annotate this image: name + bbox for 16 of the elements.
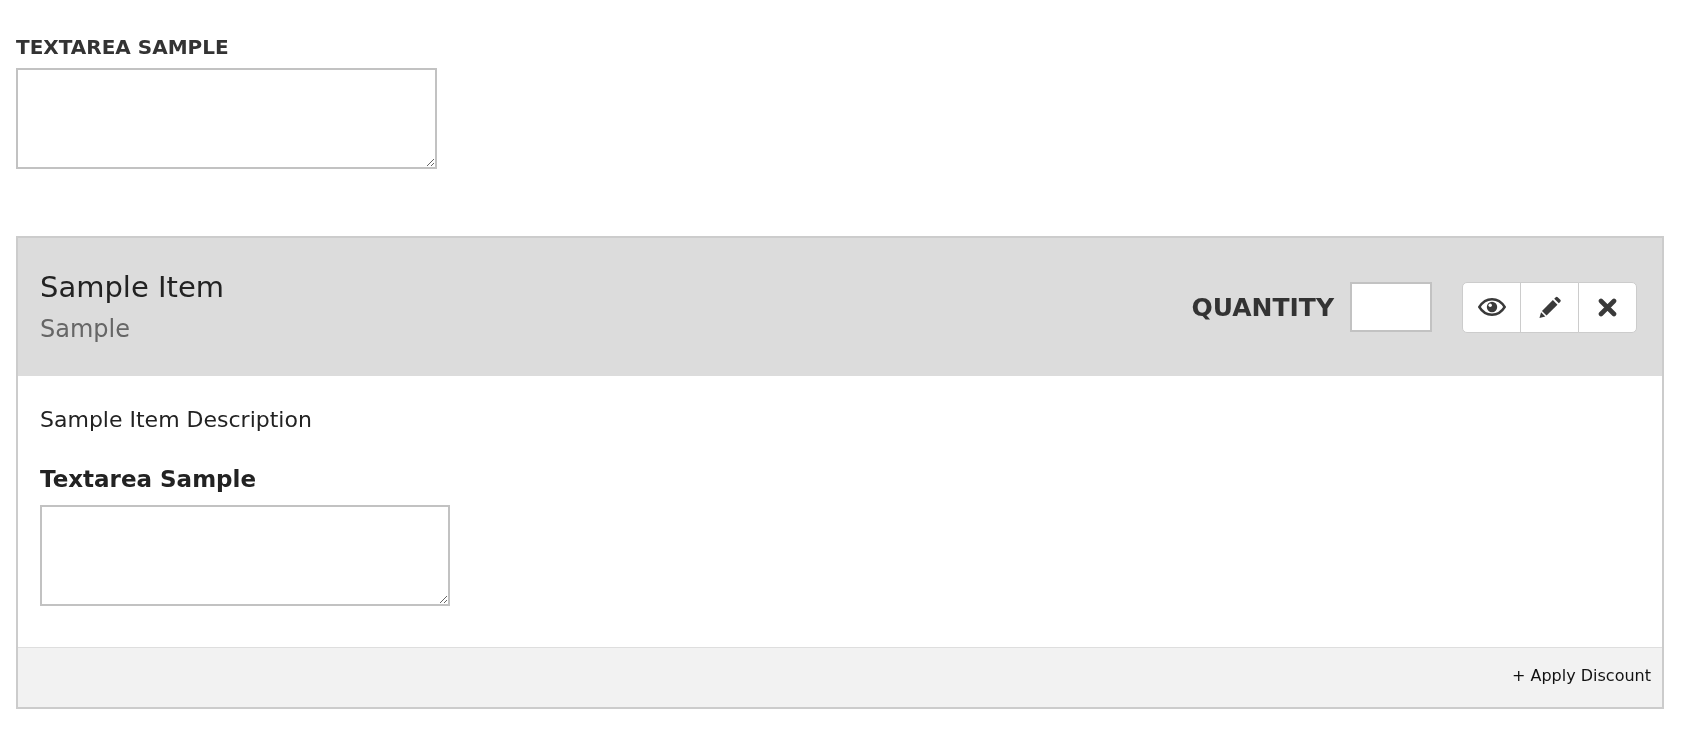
textarea-field[interactable] [16, 68, 437, 169]
close-icon [1598, 298, 1617, 317]
apply-discount-link[interactable]: + Apply Discount [1512, 666, 1651, 688]
quantity-field[interactable] [1350, 282, 1432, 333]
view-button[interactable] [1462, 282, 1521, 333]
field-label: TEXTAREA SAMPLE [16, 34, 229, 60]
field-label: Textarea Sample [40, 464, 257, 494]
edit-button[interactable] [1520, 282, 1579, 333]
item-description: Sample Item Description [40, 406, 312, 434]
textarea-field[interactable] [40, 505, 450, 607]
item-title: Sample Item [40, 270, 224, 305]
quantity-label: QUANTITY [1191, 293, 1334, 322]
pencil-icon [1537, 296, 1562, 319]
item-subtitle: Sample [40, 313, 130, 345]
eye-icon [1477, 298, 1506, 317]
remove-button[interactable] [1578, 282, 1637, 333]
